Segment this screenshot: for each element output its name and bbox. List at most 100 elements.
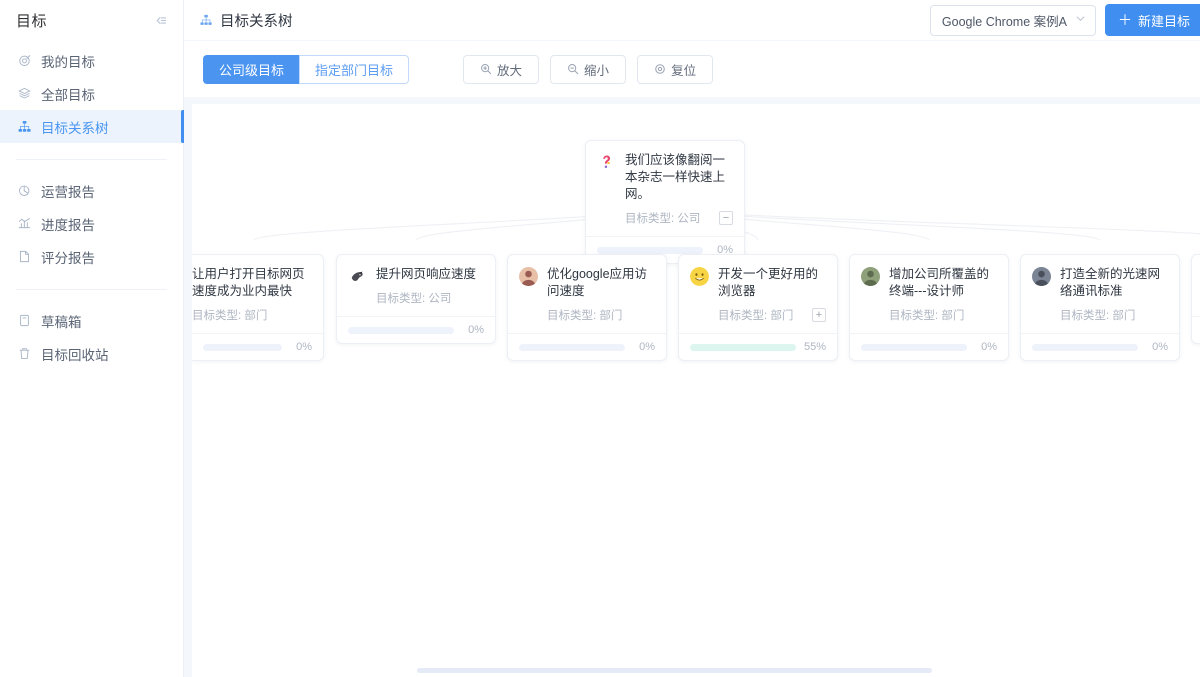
- sidebar-divider-1: [16, 159, 167, 160]
- node-progress-row: 0%: [508, 333, 666, 360]
- tree-node-child-2[interactable]: 提升网页响应速度 目标类型: 公司 0%: [336, 254, 496, 344]
- reset-view-button[interactable]: 复位: [637, 54, 714, 84]
- sidebar-item-label: 运营报告: [41, 184, 95, 200]
- progress-label: 0%: [639, 341, 655, 353]
- collapse-children-button[interactable]: −: [719, 211, 733, 225]
- reset-icon: [654, 63, 666, 75]
- node-text: 我们应该像翻阅一本杂志一样快速上网。 目标类型: 公司 −: [625, 152, 733, 227]
- avatar-smiley: [690, 267, 709, 286]
- sidebar-item-progress-report[interactable]: 进度报告: [0, 207, 183, 240]
- node-goal-type: 目标类型: 公司: [376, 293, 452, 305]
- toggle-placeholder: [470, 291, 484, 305]
- node-title: 提升网页响应速度: [376, 267, 477, 281]
- tree-node-child-3[interactable]: 优化google应用访问速度 目标类型: 部门 0%: [507, 254, 667, 361]
- sidebar-item-label: 草稿箱: [41, 314, 82, 330]
- node-progress-row: 0%: [192, 333, 323, 360]
- node-meta-row: 目标类型: 部门 +: [718, 306, 826, 324]
- sidebar-item-recycle-bin[interactable]: 目标回收站: [0, 337, 183, 370]
- zoom-in-button[interactable]: 放大: [463, 54, 540, 84]
- node-meta-row: 目标类型: 公司 −: [625, 209, 733, 227]
- node-progress-row: 0%: [1021, 333, 1179, 360]
- org-tree-icon: [16, 119, 32, 135]
- new-goal-label: 新建目标: [1137, 13, 1190, 29]
- node-body: 提升网页响应速度 目标类型: 公司: [337, 255, 495, 307]
- tree-node-child-6[interactable]: 打造全新的光速网络通讯标准 目标类型: 部门 0%: [1020, 254, 1180, 361]
- toggle-placeholder: [1154, 308, 1168, 322]
- node-text: 让用户打开目标网页速度成为业内最快目标类型: 部门: [192, 266, 312, 324]
- sidebar-item-all-goals[interactable]: 全部目标: [0, 77, 183, 110]
- layers-icon: [16, 86, 32, 102]
- avatar-photo-2: [519, 267, 538, 286]
- progress-track: [1032, 343, 1138, 351]
- document-icon: [16, 249, 32, 265]
- sidebar-item-operation-report[interactable]: 运营报告: [0, 174, 183, 207]
- cycle-select[interactable]: Google Chrome 案例A: [929, 4, 1096, 36]
- horizontal-scrollbar[interactable]: [417, 668, 932, 673]
- node-title: 增加公司所覆盖的终端---设计师: [889, 267, 990, 298]
- node-progress-row: 0%: [337, 316, 495, 343]
- node-text: 打造全新的光速网络通讯标准 目标类型: 部门: [1060, 266, 1168, 324]
- tab-department-goals[interactable]: 指定部门目标: [299, 54, 410, 84]
- node-body: [1192, 255, 1200, 307]
- main-area: 目标关系树 Google Chrome 案例A ＋ 新建目标 公司级目标 指定部…: [184, 0, 1200, 677]
- node-body: 打造全新的光速网络通讯标准 目标类型: 部门: [1021, 255, 1179, 324]
- sidebar-item-label: 我的目标: [41, 54, 95, 70]
- progress-label: 0%: [296, 341, 312, 353]
- tree-toolbar: 公司级目标 指定部门目标 放大 缩小 复位: [184, 40, 1200, 97]
- toggle-placeholder: [983, 308, 997, 322]
- toggle-placeholder: [298, 308, 312, 322]
- tree-node-child-5[interactable]: 增加公司所覆盖的终端---设计师目标类型: 部门 0%: [849, 254, 1009, 361]
- page-header: 目标关系树 Google Chrome 案例A ＋ 新建目标: [184, 0, 1200, 40]
- node-meta-row: 目标类型: 部门: [547, 306, 655, 324]
- panel-collapse-icon[interactable]: [151, 11, 169, 29]
- sidebar: 目标 我的目标 全部目标 目标关系树 运营报告 进度报告 评分报告 草稿箱 目标…: [0, 0, 184, 677]
- node-body: 增加公司所覆盖的终端---设计师目标类型: 部门: [850, 255, 1008, 324]
- node-title: 让用户打开目标网页速度成为业内最快: [192, 267, 305, 298]
- node-goal-type: 目标类型: 部门: [1060, 310, 1136, 322]
- tree-node-root[interactable]: 我们应该像翻阅一本杂志一样快速上网。 目标类型: 公司 −0%: [585, 140, 745, 264]
- sidebar-item-label: 评分报告: [41, 250, 95, 266]
- sidebar-header: 目标: [0, 0, 183, 40]
- sidebar-item-score-report[interactable]: 评分报告: [0, 240, 183, 273]
- avatar-question-mark: [597, 153, 616, 172]
- node-meta-row: 目标类型: 部门: [889, 306, 997, 324]
- org-tree-icon: [198, 13, 213, 28]
- header-actions: Google Chrome 案例A ＋ 新建目标: [929, 4, 1200, 36]
- zoom-out-icon: [567, 63, 579, 75]
- progress-track: [690, 343, 796, 351]
- node-text: 增加公司所覆盖的终端---设计师目标类型: 部门: [889, 266, 997, 324]
- goal-tree-canvas[interactable]: 我们应该像翻阅一本杂志一样快速上网。 目标类型: 公司 −0% 让用户打开目标网页速度…: [192, 104, 1200, 677]
- node-text: 提升网页响应速度 目标类型: 公司: [376, 266, 484, 307]
- node-goal-type: 目标类型: 部门: [547, 310, 623, 322]
- zoom-controls: 放大 缩小 复位: [463, 54, 714, 84]
- node-body: 开发一个更好用的浏览器 目标类型: 部门 +: [679, 255, 837, 324]
- expand-children-button[interactable]: +: [812, 308, 826, 322]
- sidebar-item-goal-tree[interactable]: 目标关系树: [0, 110, 184, 143]
- node-body: 我们应该像翻阅一本杂志一样快速上网。 目标类型: 公司 −: [586, 141, 744, 227]
- tab-company-goals[interactable]: 公司级目标: [203, 54, 300, 84]
- sidebar-item-my-goals[interactable]: 我的目标: [0, 44, 183, 77]
- inbox-icon: [16, 313, 32, 329]
- progress-track: [597, 246, 703, 254]
- zoom-out-button[interactable]: 缩小: [550, 54, 627, 84]
- node-goal-type: 目标类型: 部门: [718, 310, 794, 322]
- tree-node-child-7[interactable]: [1191, 254, 1200, 344]
- node-progress-row: 55%: [679, 333, 837, 360]
- progress-label: 0%: [468, 324, 484, 336]
- progress-label: 0%: [981, 341, 997, 353]
- scope-segmented-control: 公司级目标 指定部门目标: [203, 54, 410, 84]
- node-body: 优化google应用访问速度 目标类型: 部门: [508, 255, 666, 324]
- reset-label: 复位: [671, 63, 697, 78]
- node-meta-row: 目标类型: 部门: [192, 306, 312, 324]
- progress-track: [348, 326, 454, 334]
- sidebar-item-drafts[interactable]: 草稿箱: [0, 304, 183, 337]
- sidebar-item-label: 目标关系树: [41, 120, 109, 136]
- tree-node-child-1[interactable]: 让用户打开目标网页速度成为业内最快目标类型: 部门 0%: [192, 254, 324, 361]
- progress-label: 55%: [803, 341, 826, 353]
- new-goal-button[interactable]: ＋ 新建目标: [1104, 4, 1200, 36]
- zoom-in-icon: [480, 63, 492, 75]
- page-title-group: 目标关系树: [198, 10, 293, 31]
- avatar-photo-4: [1032, 267, 1051, 286]
- plus-icon: ＋: [1117, 12, 1132, 28]
- tree-node-child-4[interactable]: 开发一个更好用的浏览器 目标类型: 部门 +55%: [678, 254, 838, 361]
